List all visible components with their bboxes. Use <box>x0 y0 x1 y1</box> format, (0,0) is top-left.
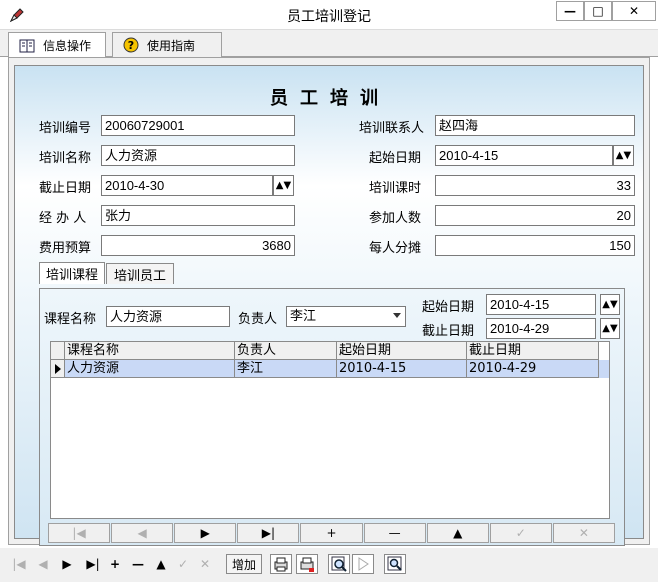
tab-user-guide-label: 使用指南 <box>147 38 196 53</box>
course-owner-select[interactable]: 李江 <box>286 306 406 327</box>
participants-field[interactable]: 20 <box>435 205 635 226</box>
course-start-label: 起始日期 <box>422 300 475 315</box>
course-start-spinner[interactable]: ▲▼ <box>600 294 620 315</box>
toolbar-edit-button[interactable]: ▲ <box>152 554 170 574</box>
per-person-label: 每人分摊 <box>369 241 422 256</box>
training-name-field[interactable]: 人力资源 <box>101 145 295 166</box>
course-start-field[interactable]: 2010-4-15 <box>486 294 596 315</box>
tab-info-operation-label: 信息操作 <box>43 39 92 53</box>
nav-next-button[interactable]: ▶ <box>174 523 237 543</box>
courses-grid[interactable]: 课程名称 负责人 起始日期 截止日期 人力资源 李江 2010-4-15 201… <box>50 341 610 519</box>
close-button[interactable]: ✕ <box>612 1 656 21</box>
course-name-label: 课程名称 <box>44 312 97 327</box>
add-button[interactable]: 增加 <box>226 554 263 574</box>
training-no-label: 培训编号 <box>39 121 92 136</box>
play-icon[interactable] <box>352 554 374 574</box>
minimize-button[interactable]: — <box>556 1 584 21</box>
nav-delete-button[interactable]: — <box>363 523 426 543</box>
end-date-field[interactable]: 2010-4-30 <box>101 175 273 196</box>
find-icon[interactable] <box>384 554 406 574</box>
start-date-field[interactable]: 2010-4-15 <box>435 145 613 166</box>
contact-field[interactable]: 赵四海 <box>435 115 635 136</box>
course-end-field[interactable]: 2010-4-29 <box>486 318 596 339</box>
toolbar-delete-button[interactable]: — <box>128 554 148 574</box>
nav-cancel-button[interactable]: ✕ <box>552 523 615 543</box>
budget-field[interactable]: 3680 <box>101 235 295 256</box>
grid-header-course-name[interactable]: 课程名称 <box>65 342 235 360</box>
course-owner-value: 李江 <box>290 309 317 324</box>
nav-edit-button[interactable]: ▲ <box>426 523 489 543</box>
training-name-label: 培训名称 <box>39 151 92 166</box>
grid-header-start-date[interactable]: 起始日期 <box>337 342 467 360</box>
courses-subpanel: 课程名称 人力资源 负责人 李江 起始日期 2010-4-15 ▲▼ 截止日期 … <box>39 288 625 546</box>
print-preview-icon[interactable] <box>270 554 292 574</box>
bottom-toolbar: |◀ ◀ ▶ ▶| + — ▲ ✓ ✕ 增加 <box>0 548 658 582</box>
maximize-button[interactable]: □ <box>584 1 612 21</box>
nav-prior-button[interactable]: ◀ <box>111 523 174 543</box>
nav-first-button[interactable]: |◀ <box>48 523 111 543</box>
end-date-label: 截止日期 <box>39 181 92 196</box>
title-bar: 员工培训登记 — □ ✕ <box>0 0 658 30</box>
tab-user-guide[interactable]: ? 使用指南 <box>112 32 222 57</box>
grid-indicator-header <box>51 342 65 360</box>
participants-label: 参加人数 <box>369 211 422 226</box>
budget-label: 费用预算 <box>39 241 92 256</box>
tab-training-courses[interactable]: 培训课程 <box>39 262 105 284</box>
course-name-field[interactable]: 人力资源 <box>106 306 230 327</box>
course-end-label: 截止日期 <box>422 324 475 339</box>
start-date-label: 起始日期 <box>369 151 422 166</box>
row-pointer-icon <box>55 364 61 374</box>
toolbar-insert-button[interactable]: + <box>106 554 124 574</box>
end-date-spinner[interactable]: ▲▼ <box>273 175 294 196</box>
svg-text:?: ? <box>128 39 134 52</box>
row-indicator <box>51 360 65 378</box>
grid-header-end-date[interactable]: 截止日期 <box>467 342 599 360</box>
main-container: 员工培训 培训编号 20060729001 培训联系人 赵四海 培训名称 人力资… <box>8 57 650 546</box>
form-title: 员工培训 <box>270 88 390 109</box>
toolbar-cancel-button[interactable]: ✕ <box>196 554 214 574</box>
toolbar-prior-button[interactable]: ◀ <box>34 554 52 574</box>
handler-field[interactable]: 张力 <box>101 205 295 226</box>
nav-insert-button[interactable]: + <box>300 523 363 543</box>
search-icon[interactable] <box>328 554 350 574</box>
help-icon: ? <box>123 37 139 53</box>
training-no-field[interactable]: 20060729001 <box>101 115 295 136</box>
per-person-field[interactable]: 150 <box>435 235 635 256</box>
toolbar-first-button[interactable]: |◀ <box>10 554 28 574</box>
tab-training-employees[interactable]: 培训员工 <box>106 263 174 284</box>
grid-header: 课程名称 负责人 起始日期 截止日期 <box>51 342 609 360</box>
nav-post-button[interactable]: ✓ <box>489 523 552 543</box>
cell-course-name[interactable]: 人力资源 <box>65 360 235 378</box>
contact-label: 培训联系人 <box>359 121 425 136</box>
table-row[interactable]: 人力资源 李江 2010-4-15 2010-4-29 <box>51 360 609 378</box>
cell-owner[interactable]: 李江 <box>235 360 337 378</box>
grid-navigator: |◀ ◀ ▶ ▶| + — ▲ ✓ ✕ <box>48 523 616 543</box>
cell-end-date[interactable]: 2010-4-29 <box>467 360 599 378</box>
print-icon[interactable] <box>296 554 318 574</box>
hours-label: 培训课时 <box>369 181 422 196</box>
chevron-down-icon <box>393 313 401 318</box>
grid-header-owner[interactable]: 负责人 <box>235 342 337 360</box>
course-owner-label: 负责人 <box>238 312 278 327</box>
hours-field[interactable]: 33 <box>435 175 635 196</box>
tab-info-operation[interactable]: 信息操作 <box>8 32 106 58</box>
handler-label: 经 办 人 <box>39 211 87 226</box>
toolbar-next-button[interactable]: ▶ <box>58 554 76 574</box>
toolbar-post-button[interactable]: ✓ <box>174 554 192 574</box>
toolbar-last-button[interactable]: ▶| <box>82 554 104 574</box>
course-end-spinner[interactable]: ▲▼ <box>600 318 620 339</box>
menu-tab-bar: 信息操作 ? 使用指南 <box>0 30 658 58</box>
form-panel: 员工培训 培训编号 20060729001 培训联系人 赵四海 培训名称 人力资… <box>14 65 644 546</box>
book-icon <box>19 38 35 54</box>
cell-start-date[interactable]: 2010-4-15 <box>337 360 467 378</box>
nav-last-button[interactable]: ▶| <box>237 523 300 543</box>
start-date-spinner[interactable]: ▲▼ <box>613 145 634 166</box>
